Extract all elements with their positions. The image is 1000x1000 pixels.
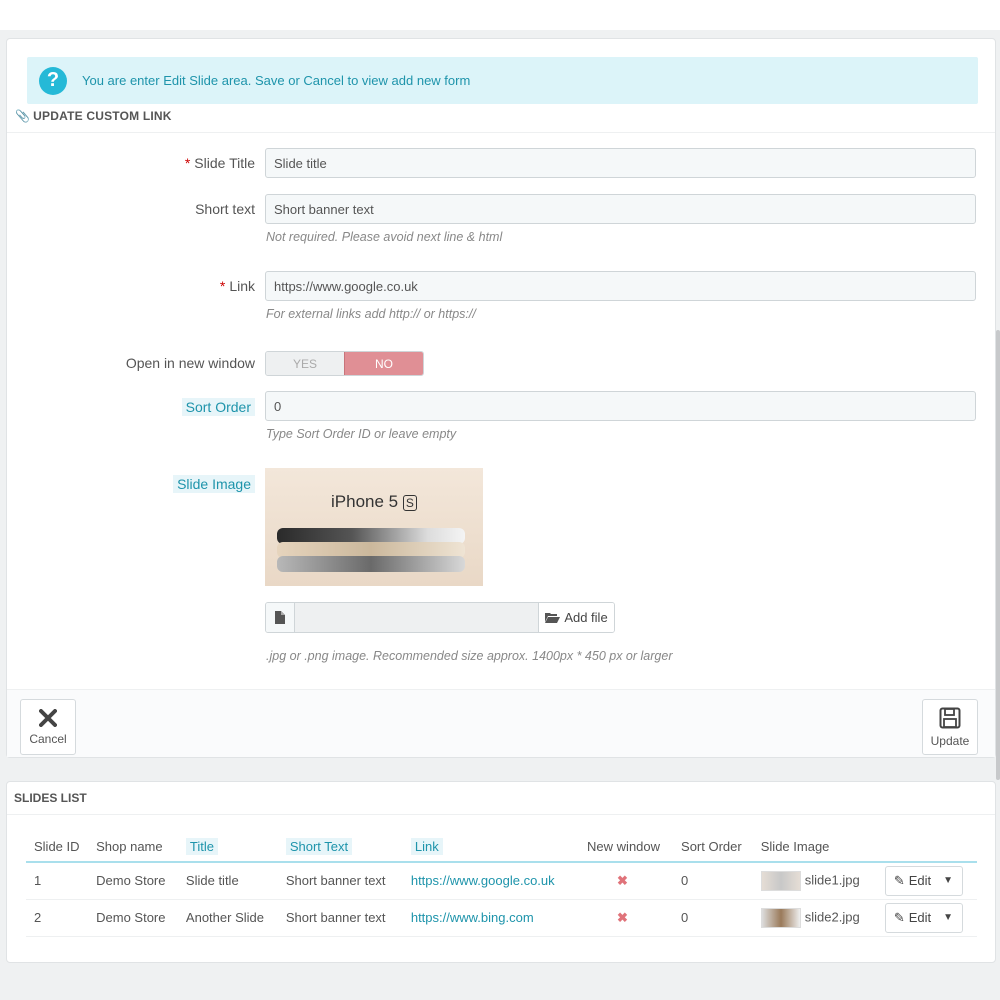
info-alert: ? You are enter Edit Slide area. Save or… — [27, 57, 978, 104]
close-icon — [39, 708, 57, 727]
sort-order-input[interactable]: 0 — [265, 391, 976, 421]
slide-image-preview: iPhone 5 S — [265, 468, 483, 586]
question-icon: ? — [39, 66, 67, 95]
slides-list-title: SLIDES LIST — [14, 791, 87, 805]
cell-sort: 0 — [673, 899, 753, 937]
section-title: 📎 UPDATE CUSTOM LINK — [15, 109, 172, 123]
cell-title: Slide title — [177, 862, 278, 900]
cell-id: 1 — [26, 862, 89, 900]
slides-list-panel: SLIDES LIST Slide ID Shop name Title Sho… — [6, 781, 996, 963]
slide-thumbnail — [760, 870, 801, 891]
col-slide-id: Slide ID — [26, 832, 89, 863]
table-row: 1 Demo Store Slide title Short banner te… — [26, 862, 977, 900]
required-marker: * — [219, 278, 226, 294]
cell-shop: Demo Store — [88, 862, 178, 900]
edit-button-group: ✎ Edit ▼ — [884, 865, 964, 896]
cell-image: slide2.jpg — [752, 899, 877, 937]
preview-title: iPhone 5 S — [331, 492, 417, 512]
slide-link[interactable]: https://www.google.co.uk — [411, 873, 555, 888]
link-input[interactable]: https://www.google.co.uk — [265, 271, 976, 301]
col-slide-image: Slide Image — [752, 832, 877, 863]
cell-image: slide1.jpg — [752, 862, 877, 900]
file-upload: Add file — [265, 602, 615, 633]
paperclip-icon: 📎 — [15, 109, 31, 123]
chevron-down-icon[interactable]: ▼ — [939, 904, 962, 932]
save-icon — [939, 707, 961, 728]
short-text-help: Not required. Please avoid next line & h… — [266, 230, 503, 244]
pencil-icon: ✎ — [893, 909, 905, 925]
sort-order-help: Type Sort Order ID or leave empty — [266, 427, 457, 441]
slide-image-help: .jpg or .png image. Recommended size app… — [266, 649, 673, 663]
slides-table: Slide ID Shop name Title Short Text Link… — [26, 832, 977, 937]
cancel-button[interactable]: Cancel — [20, 699, 76, 755]
file-name-field[interactable] — [295, 603, 538, 632]
cell-title: Another Slide — [177, 899, 278, 937]
cell-short-text: Short banner text — [277, 899, 403, 937]
chevron-down-icon[interactable]: ▼ — [939, 867, 962, 895]
toggle-yes[interactable]: YES — [266, 352, 344, 375]
link-label: * Link — [219, 278, 255, 294]
slide-thumbnail — [760, 907, 801, 928]
add-file-button[interactable]: Add file — [538, 603, 614, 632]
table-row: 2 Demo Store Another Slide Short banner … — [26, 899, 977, 937]
cell-shop: Demo Store — [88, 899, 178, 937]
new-window-label: Open in new window — [125, 355, 255, 371]
phone-graphic — [277, 556, 465, 572]
x-mark-icon: ✖ — [617, 909, 628, 925]
x-mark-icon: ✖ — [617, 872, 628, 888]
divider — [7, 132, 995, 133]
file-icon — [266, 603, 295, 632]
slide-title-input[interactable]: Slide title — [265, 148, 976, 178]
section-title-text: UPDATE CUSTOM LINK — [33, 109, 172, 123]
cell-new-window: ✖ — [579, 899, 674, 937]
col-sort-order: Sort Order — [673, 832, 753, 863]
folder-open-icon — [545, 613, 561, 623]
slide-image-label: Slide Image — [173, 475, 255, 493]
new-window-toggle: YES NO — [265, 351, 424, 376]
col-new-window: New window — [579, 832, 674, 863]
divider — [7, 814, 995, 815]
edit-button[interactable]: ✎ Edit — [886, 904, 939, 932]
update-button[interactable]: Update — [922, 699, 978, 755]
col-shop-name: Shop name — [88, 832, 178, 863]
alert-text: You are enter Edit Slide area. Save or C… — [82, 73, 471, 88]
col-link[interactable]: Link — [402, 832, 580, 863]
pencil-icon: ✎ — [893, 872, 905, 888]
cell-actions: ✎ Edit ▼ — [876, 862, 977, 900]
edit-button[interactable]: ✎ Edit — [886, 867, 939, 895]
cell-new-window: ✖ — [579, 862, 674, 900]
edit-button-group: ✎ Edit ▼ — [884, 902, 964, 933]
slide-link[interactable]: https://www.bing.com — [411, 910, 534, 925]
slide-title-label: * Slide Title — [184, 155, 255, 171]
cell-link: https://www.google.co.uk — [402, 862, 580, 900]
cell-sort: 0 — [673, 862, 753, 900]
edit-slide-panel: ? You are enter Edit Slide area. Save or… — [6, 38, 996, 758]
sort-order-label: Sort Order — [181, 398, 255, 416]
cell-id: 2 — [26, 899, 89, 937]
scrollbar[interactable] — [996, 330, 1000, 780]
toggle-no[interactable]: NO — [344, 352, 423, 375]
required-marker: * — [184, 155, 191, 171]
cell-link: https://www.bing.com — [402, 899, 580, 937]
col-short-text[interactable]: Short Text — [277, 832, 403, 863]
cell-actions: ✎ Edit ▼ — [876, 899, 977, 937]
short-text-label: Short text — [195, 201, 255, 217]
top-bar — [0, 0, 1000, 30]
form-footer: Cancel Update — [7, 689, 995, 757]
short-text-input[interactable]: Short banner text — [265, 194, 976, 224]
col-actions — [876, 832, 977, 863]
col-title[interactable]: Title — [177, 832, 278, 863]
link-help: For external links add http:// or https:… — [266, 307, 476, 321]
cell-short-text: Short banner text — [277, 862, 403, 900]
